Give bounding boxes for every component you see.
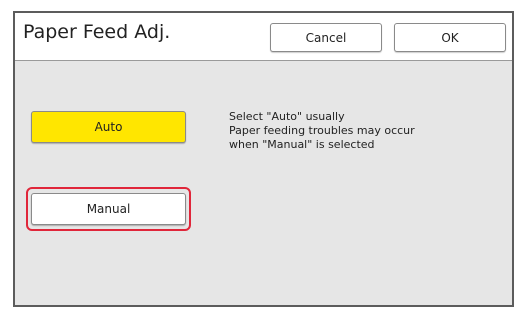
description-text: Select "Auto" usually Paper feeding trou… — [229, 110, 504, 152]
paper-feed-adjust-screen: Paper Feed Adj. Cancel OK Auto Manual Se… — [13, 11, 514, 307]
header-bar: Paper Feed Adj. Cancel OK — [15, 13, 512, 61]
page-title: Paper Feed Adj. — [23, 21, 171, 43]
manual-button[interactable]: Manual — [31, 193, 186, 225]
description-line-1: Select "Auto" usually — [229, 110, 345, 123]
description-line-2: Paper feeding troubles may occur — [229, 124, 415, 137]
ok-button[interactable]: OK — [394, 23, 506, 52]
cancel-button[interactable]: Cancel — [270, 23, 382, 52]
auto-button[interactable]: Auto — [31, 111, 186, 143]
description-line-3: when "Manual" is selected — [229, 138, 375, 151]
